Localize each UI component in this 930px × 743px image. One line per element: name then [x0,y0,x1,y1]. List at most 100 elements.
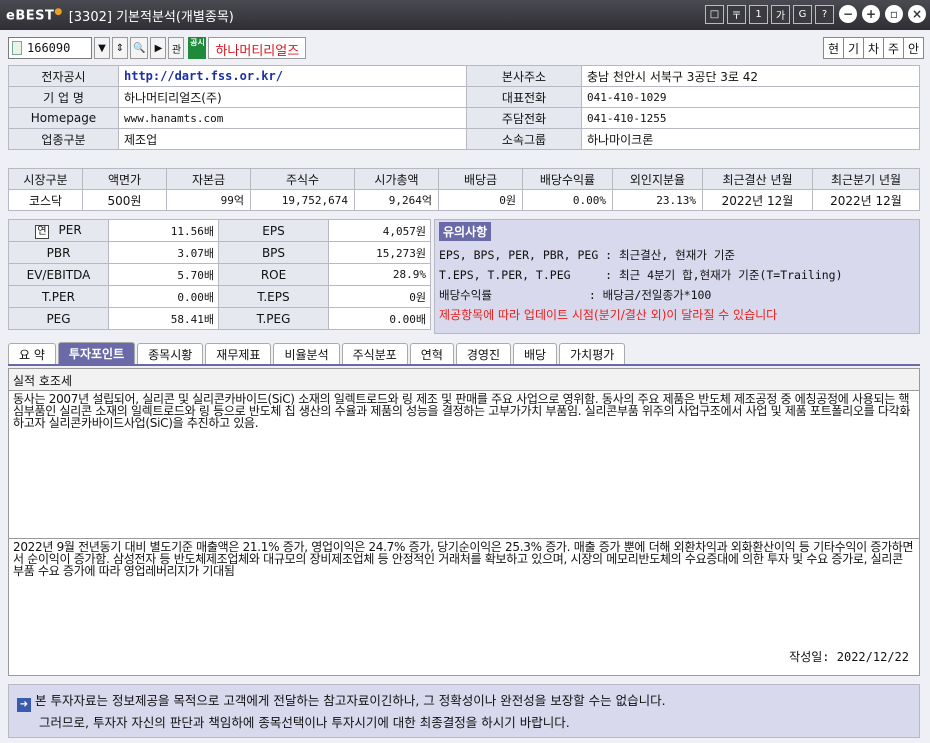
basic-button[interactable]: 기 [843,37,864,59]
window-option-button-3[interactable]: 1 [749,5,768,24]
performance-paragraph: 2022년 9월 전년동기 대비 별도기준 매출액은 21.1% 증가, 영업이… [13,540,914,578]
disclaimer-line: 그러므로, 투자자 자신의 판단과 책임하에 종목선택이나 투자시기에 대한 최… [39,715,570,730]
notice-line: T.EPS, T.PER, T.PEG : 최근 4분기 합,현재가 기준(T=… [439,268,843,282]
market-value: 500원 [82,189,167,211]
ratio-value: 0.00배 [328,307,431,330]
window-controls: □ 〒 1 가 G ? − + ▫ × [705,5,926,24]
market-header: 주식수 [250,168,355,190]
info-label: 기 업 명 [8,86,119,108]
restore-icon[interactable]: ▫ [885,5,903,23]
notice-title: 유의사항 [439,222,492,241]
address-value: 충남 천안시 서북구 3공단 3로 42 [581,65,920,87]
ratio-label: BPS [218,241,329,264]
ratio-value: 0.00배 [108,285,219,308]
tab-9[interactable]: 가치평가 [559,343,626,364]
info-label: 주담전화 [466,107,582,129]
tab-3[interactable]: 재무제표 [205,343,272,364]
market-value: 23.13% [612,189,703,211]
chart-button[interactable]: 차 [863,37,884,59]
ratio-value: 5.70배 [108,263,219,286]
tab-8[interactable]: 배당 [513,343,558,364]
play-icon[interactable]: ▶ [150,37,167,59]
ratio-value: 58.41배 [108,307,219,330]
window-title: [3302] 기본적분석(개별종목) [68,9,234,25]
company-name-value: 하나머티리얼즈(주) [118,86,467,108]
disclaimer-line: ➜ 본 투자자료는 정보제공을 목적으로 고객에게 전달하는 참고자료이긴하나, … [17,690,911,712]
market-header: 배당금 [438,168,523,190]
window-option-button-2[interactable]: 〒 [727,5,746,24]
tab-7[interactable]: 경영진 [455,343,512,364]
ratio-label: T.PEG [218,307,329,330]
stock-code-input[interactable]: 166090 [8,37,92,59]
disclosure-badge[interactable]: 공시 [188,37,207,59]
table-row: PEG 58.41배 T.PEG 0.00배 [8,307,431,330]
code-marker-icon [12,41,22,55]
quick-buttons: 현 기 차 주 안 [823,37,924,59]
table-row: 기 업 명 하나머티리얼즈(주) 대표전화 041-410-1029 [8,86,920,108]
market-header: 액면가 [82,168,167,190]
window-option-button-5[interactable]: G [793,5,812,24]
company-name-field: 하나머티리얼즈 [208,37,307,59]
table-row: 코스닥 500원 99억 19,752,674 9,264억 0원 0.00% 23.13% 2… [8,189,920,211]
table-row: 전자공시 http://dart.fss.or.kr/ 본사주소 충남 천안시 … [8,65,920,87]
table-row: 연 PER 11.56배 EPS 4,057원 [8,219,431,242]
group-value: 하나마이크론 [581,128,920,150]
window-option-button-4[interactable]: 가 [771,5,790,24]
notice-line: 배당수익률 : 배당금/전일종가*100 [439,288,712,302]
ratio-label: T.PER [8,285,109,308]
close-icon[interactable]: × [908,5,926,23]
ratio-value: 0원 [328,285,431,308]
tab-5[interactable]: 주식분포 [341,343,408,364]
ratio-label: PEG [8,307,109,330]
info-label: 본사주소 [466,65,582,87]
related-icon[interactable]: 관 [168,37,185,59]
table-header-row: 시장구분 액면가 자본금 주식수 시가총액 배당금 배당수익률 외인지분율 최근결산 년월 최근분… [8,168,920,190]
market-value: 99억 [166,189,251,211]
dropdown-arrow-icon[interactable]: ▼ [94,37,110,59]
window-option-button-1[interactable]: □ [705,5,724,24]
market-summary-table: 시장구분 액면가 자본금 주식수 시가총액 배당금 배당수익률 외인지분율 최근결산 년월 최근분… [8,168,920,211]
industry-value: 제조업 [118,128,467,150]
tab-0[interactable]: 요 약 [8,343,56,364]
arrow-right-icon: ➜ [17,698,31,712]
market-header: 외인지분율 [612,168,703,190]
minimize-icon[interactable]: − [839,5,857,23]
market-value: 0.00% [522,189,613,211]
ratio-value: 4,057원 [328,219,431,242]
app-logo: eBEST● [6,6,63,24]
tab-divider [8,364,920,366]
help-button[interactable]: ? [815,5,834,24]
tab-6[interactable]: 연혁 [409,343,454,364]
tab-2[interactable]: 종목시황 [137,343,204,364]
market-value: 코스닥 [8,189,83,211]
maximize-icon[interactable]: + [862,5,880,23]
ratio-value: 11.56배 [108,219,219,242]
market-header: 최근분기 년월 [812,168,920,190]
info-label: 대표전화 [466,86,582,108]
ratio-label: ROE [218,263,329,286]
tab-1[interactable]: 투자포인트 [57,342,136,364]
market-header: 시가총액 [354,168,439,190]
table-row: PBR 3.07배 BPS 15,273원 [8,241,431,264]
search-icon[interactable]: 🔍 [130,37,149,59]
notice-line: EPS, BPS, PER, PBR, PEG : 최근결산, 현재가 기준 [439,248,736,262]
guide-button[interactable]: 안 [903,37,924,59]
dart-link[interactable]: http://dart.fss.or.kr/ [118,65,467,87]
annual-toggle[interactable]: 연 [35,224,49,239]
tab-4[interactable]: 비율분석 [273,343,340,364]
market-header: 최근결산 년월 [702,168,813,190]
ir-phone-value: 041-410-1255 [581,107,920,129]
market-value: 0원 [438,189,523,211]
table-row: EV/EBITDA 5.70배 ROE 28.9% [8,263,431,286]
current-price-button[interactable]: 현 [823,37,844,59]
summary-paragraph: 동사는 2007년 설립되어, 실리콘 및 실리콘카바이드(SiC) 소재의 일… [9,391,919,539]
company-info-table: 전자공시 http://dart.fss.or.kr/ 본사주소 충남 천안시 … [8,65,920,150]
up-down-spinner-icon[interactable]: ⇕ [112,37,128,59]
market-header: 시장구분 [8,168,83,190]
market-header: 자본금 [166,168,251,190]
disclaimer-panel: ➜ 본 투자자료는 정보제공을 목적으로 고객에게 전달하는 참고자료이긴하나, … [8,684,920,738]
ratio-label: EPS [218,219,329,242]
homepage-link[interactable]: www.hanamts.com [118,107,467,129]
market-value: 9,264억 [354,189,439,211]
order-button[interactable]: 주 [883,37,904,59]
